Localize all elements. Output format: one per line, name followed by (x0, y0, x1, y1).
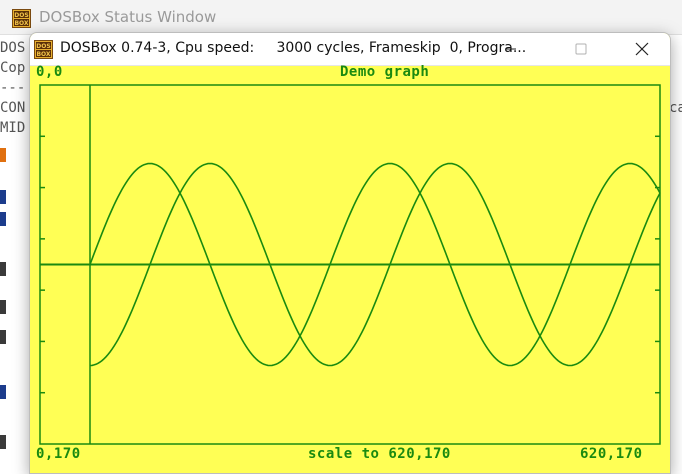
bottom-left-coord: 0,170 (36, 446, 81, 462)
maximize-icon[interactable] (558, 33, 604, 65)
dosbox-icon: DOS BOX (12, 9, 31, 28)
svg-text:DOS: DOS (14, 12, 28, 19)
status-text-fragment (0, 330, 6, 344)
status-line: DOS (0, 40, 26, 56)
demo-graph (39, 84, 661, 445)
status-line: Cop (0, 60, 26, 76)
minimize-icon[interactable] (488, 33, 534, 65)
status-text-fragment (0, 385, 6, 399)
status-text-fragment (0, 435, 6, 449)
status-text-fragment (0, 262, 6, 276)
dosbox-titlebar[interactable]: DOS BOX DOSBox 0.74-3, Cpu speed: 3000 c… (30, 33, 670, 66)
bottom-right-coord: 620,170 (580, 446, 643, 462)
status-line: CON (0, 100, 26, 116)
scale-label: scale to 620,170 (308, 446, 451, 462)
status-line: MID (0, 120, 26, 136)
graph-title: Demo graph (340, 64, 430, 80)
close-icon[interactable] (620, 33, 666, 65)
dosbox-window: DOS BOX DOSBox 0.74-3, Cpu speed: 3000 c… (29, 32, 671, 474)
svg-text:BOX: BOX (36, 51, 50, 58)
status-text-fragment (0, 148, 6, 162)
status-text-fragment (0, 212, 6, 226)
graph-frame (39, 84, 661, 445)
dos-screen[interactable]: 0,0 Demo graph 0,170 scale to 620,170 62… (30, 64, 670, 473)
status-text-fragment (0, 190, 6, 204)
top-left-coord: 0,0 (36, 64, 63, 80)
status-window-title: DOSBox Status Window (39, 8, 217, 26)
status-text-fragment (0, 300, 6, 314)
dosbox-window-title: DOSBox 0.74-3, Cpu speed: 3000 cycles, F… (60, 40, 527, 56)
dosbox-icon: DOS BOX (34, 40, 53, 59)
status-line: --- (0, 80, 26, 96)
svg-text:BOX: BOX (14, 20, 28, 27)
svg-text:DOS: DOS (36, 43, 50, 50)
status-window-titlebar[interactable]: DOS BOX DOSBox Status Window (0, 0, 682, 35)
